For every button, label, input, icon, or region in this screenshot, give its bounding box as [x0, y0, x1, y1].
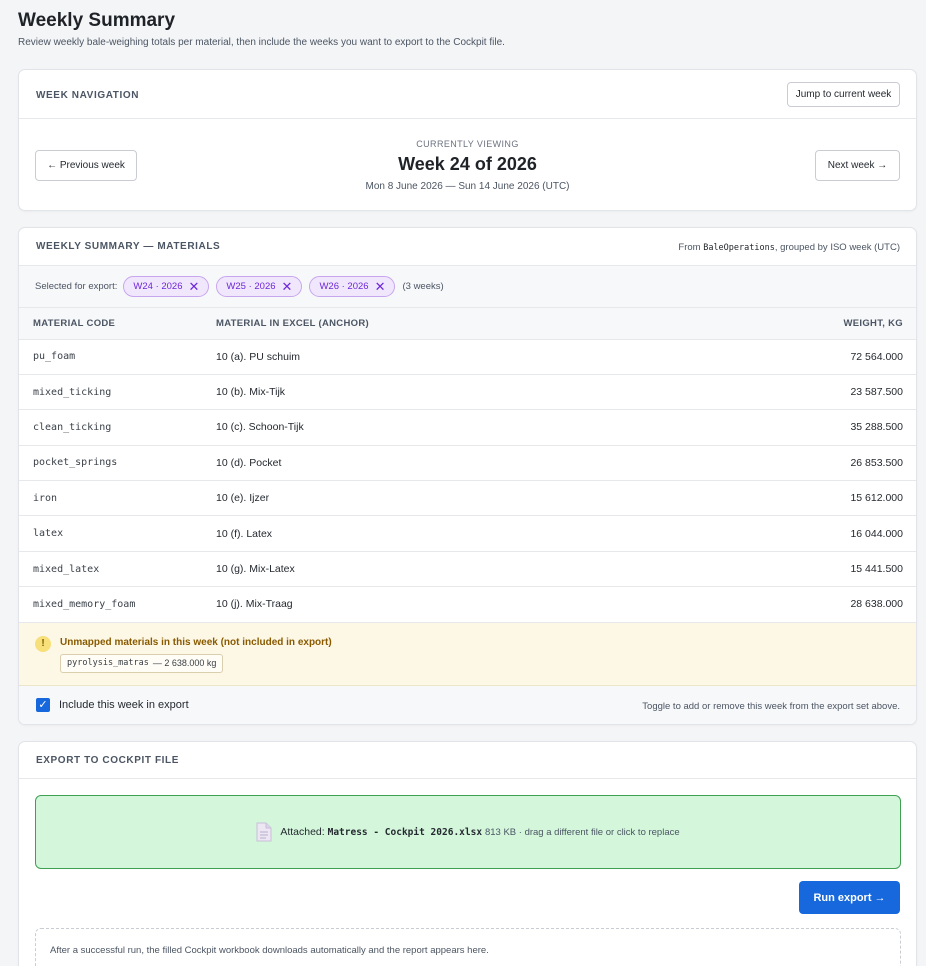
unmapped-materials-warning: ! Unmapped materials in this week (not i… [19, 622, 916, 686]
export-report-area: After a successful run, the filled Cockp… [35, 928, 901, 966]
material-weight: 26 853.500 [850, 456, 903, 469]
unmapped-material-chip: pyrolysis_matras — 2 638.000 kg [60, 653, 224, 673]
table-row: pocket_springs 10 (d). Pocket 26 853.500 [19, 445, 916, 481]
material-weight: 23 587.500 [850, 386, 903, 399]
export-title: Export to Cockpit file [36, 755, 180, 766]
include-week-hint: Toggle to add or remove this week from t… [642, 700, 900, 712]
warning-icon: ! [35, 635, 51, 652]
material-anchor: 10 (d). Pocket [216, 456, 282, 469]
table-row: mixed_latex 10 (g). Mix-Latex 15 441.500 [19, 551, 916, 587]
include-week-checkbox[interactable]: ✓ [36, 697, 50, 712]
attached-label: Attached: [280, 826, 328, 838]
export-header: Export to Cockpit file [19, 742, 916, 779]
include-week-row: ✓ Include this week in export Toggle to … [19, 685, 916, 724]
table-row: latex 10 (f). Latex 16 044.000 [19, 516, 916, 552]
next-week-button[interactable]: Next week → [815, 150, 900, 181]
unmapped-material-weight: — 2 638.000 kg [152, 658, 217, 669]
jump-to-current-week-button[interactable]: Jump to current week [787, 82, 900, 107]
material-code: clean_ticking [33, 421, 112, 433]
material-anchor: 10 (j). Mix-Traag [216, 598, 293, 611]
table-row: mixed_memory_foam 10 (j). Mix-Traag 28 638… [19, 587, 916, 623]
file-dropzone[interactable]: Attached: Matress - Cockpit 2026.xlsx 81… [35, 795, 901, 869]
table-row: iron 10 (e). Ijzer 15 612.000 [19, 481, 916, 516]
weekly-summary-header: Weekly summary — materials From BaleOper… [19, 228, 916, 266]
page-title: Weekly Summary [18, 10, 176, 31]
material-weight: 72 564.000 [850, 350, 903, 363]
material-anchor: 10 (c). Schoon-Tijk [216, 421, 304, 434]
unmapped-material-code: pyrolysis_matras [67, 658, 149, 669]
material-weight: 15 441.500 [850, 563, 903, 576]
material-anchor: 10 (g). Mix-Latex [216, 563, 295, 576]
table-row: mixed_ticking 10 (b). Mix-Tijk 23 587.500 [19, 374, 916, 410]
material-anchor: 10 (f). Latex [216, 527, 273, 540]
materials-table: Material code Material in Excel (anchor)… [19, 308, 916, 623]
week-navigation-header: Week navigation Jump to current week [19, 70, 916, 119]
warning-title: Unmapped materials in this week (not inc… [60, 636, 332, 648]
material-code: iron [33, 492, 58, 504]
week-navigation-title: Week navigation [36, 90, 140, 101]
attached-file-text: Attached: Matress - Cockpit 2026.xlsx 81… [280, 826, 679, 838]
selected-week-chip[interactable]: W24 · 2026 ✕ [123, 276, 210, 297]
material-code: mixed_latex [33, 563, 100, 575]
source-note: From BaleOperations, grouped by ISO week… [678, 242, 900, 253]
currently-viewing-label: Currently viewing [416, 139, 519, 149]
source-suffix: , grouped by ISO week (UTC) [774, 242, 900, 253]
source-prefix: From [678, 242, 704, 253]
remove-week-icon[interactable]: ✕ [189, 280, 200, 293]
attached-file-name: Matress - Cockpit 2026.xlsx [327, 827, 483, 838]
source-code: BaleOperations [703, 243, 775, 253]
material-weight: 35 288.500 [850, 421, 903, 434]
file-icon [256, 822, 272, 842]
remove-week-icon[interactable]: ✕ [375, 280, 386, 293]
material-weight: 16 044.000 [850, 527, 903, 540]
material-anchor: 10 (b). Mix-Tijk [216, 386, 286, 399]
include-week-label[interactable]: Include this week in export [59, 699, 189, 711]
column-header-weight: Weight, kg [843, 317, 903, 329]
selected-week-count: (3 weeks) [402, 281, 444, 292]
table-row: pu_foam 10 (a). PU schuim 72 564.000 [19, 339, 916, 375]
remove-week-icon[interactable]: ✕ [282, 280, 293, 293]
chip-label: W24 · 2026 [133, 281, 183, 292]
column-header-material-code: Material code [33, 317, 116, 329]
chip-label: W26 · 2026 [319, 281, 369, 292]
export-selection-bar: Selected for export: W24 · 2026 ✕ W25 · 2… [19, 266, 916, 308]
selected-week-chip[interactable]: W25 · 2026 ✕ [216, 276, 303, 297]
export-report-placeholder: After a successful run, the filled Cockp… [50, 945, 489, 956]
table-header-row: Material code Material in Excel (anchor)… [19, 308, 916, 339]
material-code: mixed_memory_foam [33, 598, 136, 610]
week-navigation-card: Week navigation Jump to current week ← P… [18, 69, 917, 211]
weekly-summary-card: Weekly summary — materials From BaleOper… [18, 227, 917, 725]
chip-label: W25 · 2026 [226, 281, 276, 292]
table-row: clean_ticking 10 (c). Schoon-Tijk 35 288.5… [19, 410, 916, 446]
material-anchor: 10 (a). PU schuim [216, 350, 301, 363]
attached-file-meta: 813 KB · drag a different file or click … [484, 827, 680, 838]
material-code: mixed_ticking [33, 386, 112, 398]
run-export-button[interactable]: Run export → [799, 881, 900, 914]
selected-week-chip[interactable]: W26 · 2026 ✕ [309, 276, 396, 297]
column-header-material-anchor: Material in Excel (anchor) [216, 317, 369, 329]
weekly-summary-title: Weekly summary — materials [36, 241, 221, 252]
export-card: Export to Cockpit file Attached: Matress… [18, 741, 917, 966]
material-code: pu_foam [33, 351, 76, 363]
export-selection-label: Selected for export: [35, 281, 118, 292]
material-anchor: 10 (e). Ijzer [216, 492, 270, 505]
week-date-range: Mon 8 June 2026 — Sun 14 June 2026 (UTC) [365, 181, 570, 192]
week-heading: Week 24 of 2026 [398, 154, 537, 174]
material-weight: 15 612.000 [850, 492, 903, 505]
material-code: latex [33, 528, 64, 540]
material-code: pocket_springs [33, 457, 118, 469]
page-subtitle: Review weekly bale-weighing totals per m… [18, 37, 505, 48]
material-weight: 28 638.000 [850, 598, 903, 611]
